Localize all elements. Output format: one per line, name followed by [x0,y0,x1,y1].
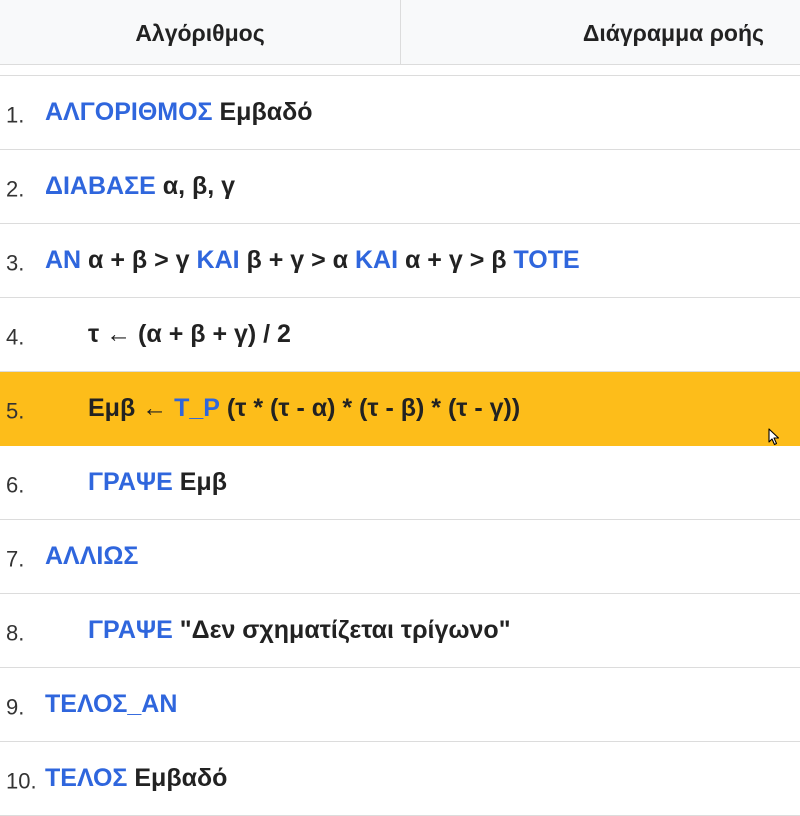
line-number: 9. [6,694,25,720]
tab-algorithm[interactable]: Αλγόριθμος [0,0,400,64]
code-text: β + γ > α [239,246,355,274]
code-line-10[interactable]: 10. ΤΕΛΟΣ Εμβαδό [0,742,800,816]
line-text: ΔΙΑΒΑΣΕ α, β, γ [45,172,235,201]
code-text: Εμβ ← [88,394,175,422]
line-number: 10. [6,768,37,794]
keyword-and: ΚΑΙ [354,246,399,274]
code-text: α, β, γ [155,172,236,200]
code-text: Εμβαδό [212,98,313,126]
header-spacer [0,65,800,76]
line-text: ΓΡΑΨΕ Εμβ [88,468,227,497]
line-text: ΑΝ α + β > γ ΚΑΙ β + γ > α ΚΑΙ α + γ > β… [45,246,580,275]
line-text: ΑΛΓΟΡΙΘΜΟΣ Εμβαδό [45,98,313,127]
code-line-5[interactable]: 5. Εμβ ← Τ_Ρ (τ * (τ - α) * (τ - β) * (τ… [0,372,800,446]
view-tabs: Αλγόριθμος Διάγραμμα ροής [0,0,800,65]
keyword-and: ΚΑΙ [196,246,240,274]
keyword-write: ΓΡΑΨΕ [88,616,173,644]
line-number: 8. [6,620,25,646]
code-text: τ ← (α + β + γ) / 2 [88,320,291,348]
code-line-8[interactable]: 8. ΓΡΑΨΕ "Δεν σχηματίζεται τρίγωνο" [0,594,800,668]
line-text: ΤΕΛΟΣ Εμβαδό [45,764,227,793]
code-text: (τ * (τ - α) * (τ - β) * (τ - γ)) [219,394,521,422]
keyword-else: ΑΛΛΙΩΣ [45,542,139,570]
keyword-end: ΤΕΛΟΣ [45,764,128,792]
line-text: τ ← (α + β + γ) / 2 [88,320,291,349]
code-line-1[interactable]: 1. ΑΛΓΟΡΙΘΜΟΣ Εμβαδό [0,76,800,150]
code-text: "Δεν σχηματίζεται τρίγωνο" [172,616,511,644]
pseudocode-listing: 1. ΑΛΓΟΡΙΘΜΟΣ Εμβαδό 2. ΔΙΑΒΑΣΕ α, β, γ … [0,76,800,816]
code-text: α + β > γ [81,246,197,274]
code-line-6[interactable]: 6. ΓΡΑΨΕ Εμβ [0,446,800,520]
line-number: 7. [6,546,25,572]
line-number: 6. [6,472,25,498]
code-line-2[interactable]: 2. ΔΙΑΒΑΣΕ α, β, γ [0,150,800,224]
code-line-9[interactable]: 9. ΤΕΛΟΣ_ΑΝ [0,668,800,742]
keyword-sqrt: Τ_Ρ [174,394,220,422]
line-text: ΤΕΛΟΣ_ΑΝ [45,690,177,719]
keyword-end-if: ΤΕΛΟΣ_ΑΝ [45,690,178,718]
keyword-algorithm: ΑΛΓΟΡΙΘΜΟΣ [45,98,213,126]
keyword-if: ΑΝ [45,246,82,274]
line-number: 2. [6,176,25,202]
tab-flowchart[interactable]: Διάγραμμα ροής [400,0,800,64]
code-text: Εμβαδό [127,764,228,792]
keyword-write: ΓΡΑΨΕ [88,468,173,496]
line-number: 1. [6,102,25,128]
line-number: 5. [6,398,25,424]
line-text: ΓΡΑΨΕ "Δεν σχηματίζεται τρίγωνο" [88,616,511,645]
code-line-7[interactable]: 7. ΑΛΛΙΩΣ [0,520,800,594]
line-number: 4. [6,324,25,350]
keyword-read: ΔΙΑΒΑΣΕ [45,172,156,200]
keyword-then: ΤΟΤΕ [513,246,580,274]
code-line-3[interactable]: 3. ΑΝ α + β > γ ΚΑΙ β + γ > α ΚΑΙ α + γ … [0,224,800,298]
code-line-4[interactable]: 4. τ ← (α + β + γ) / 2 [0,298,800,372]
mouse-cursor-icon [768,428,780,446]
line-number: 3. [6,250,25,276]
line-text: Εμβ ← Τ_Ρ (τ * (τ - α) * (τ - β) * (τ - … [88,394,520,423]
code-text: Εμβ [172,468,227,496]
line-text: ΑΛΛΙΩΣ [45,542,138,571]
code-text: α + γ > β [398,246,514,274]
